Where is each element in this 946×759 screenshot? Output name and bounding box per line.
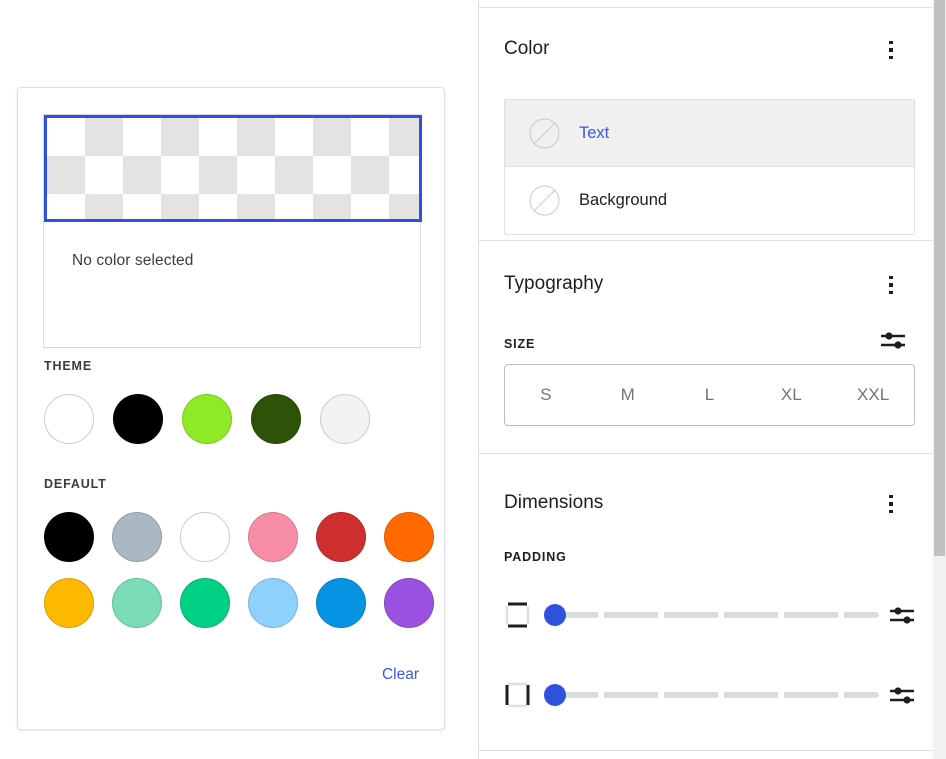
color-option-background[interactable]: Background: [505, 167, 914, 234]
size-label: SIZE: [504, 337, 536, 351]
swatch-default-vivid-green-cyan[interactable]: [180, 578, 230, 628]
swatch-default-pale-pink[interactable]: [248, 512, 298, 562]
default-swatch-row-2: [44, 578, 434, 628]
kebab-menu-icon-dimensions[interactable]: [879, 487, 903, 521]
swatch-theme-dark-green[interactable]: [251, 394, 301, 444]
clear-button[interactable]: Clear: [382, 666, 419, 684]
padding-horizontal-slider-track: [544, 692, 879, 698]
swatch-default-luminous-vivid-amber[interactable]: [44, 578, 94, 628]
tune-settings-icon-size[interactable]: [880, 329, 906, 351]
padding-horizontal-slider[interactable]: [544, 684, 879, 706]
swatch-default-vivid-purple[interactable]: [384, 578, 434, 628]
padding-horizontal-slider-row: [504, 675, 915, 715]
tune-settings-icon-padding-vertical[interactable]: [889, 604, 915, 626]
swatch-theme-lime[interactable]: [182, 394, 232, 444]
color-option-text[interactable]: Text: [505, 100, 914, 167]
swatch-default-black[interactable]: [44, 512, 94, 562]
swatch-default-white[interactable]: [180, 512, 230, 562]
font-size-option-group: S M L XL XXL: [504, 364, 915, 426]
font-size-option-xxl[interactable]: XXL: [832, 365, 914, 425]
color-options-list: Text Background: [504, 99, 915, 235]
padding-vertical-slider-track: [544, 612, 879, 618]
color-option-label-background: Background: [579, 191, 668, 209]
padding-vertical-icon: [504, 600, 531, 630]
section-dimensions: Dimensions PADDING: [479, 454, 934, 750]
section-title-typography: Typography: [504, 273, 604, 294]
tune-settings-icon-padding-horizontal[interactable]: [889, 684, 915, 706]
transparent-checkerboard-swatch[interactable]: [44, 115, 422, 222]
color-preview-box: No color selected: [43, 114, 422, 348]
padding-vertical-slider-row: [504, 595, 915, 635]
theme-group-label: THEME: [44, 359, 92, 373]
color-option-label-text: Text: [579, 123, 610, 142]
section-typography: Typography SIZE S M L XL XXL: [479, 241, 934, 453]
padding-horizontal-icon: [504, 680, 531, 710]
sidebar-scrollbar-track[interactable]: [933, 0, 946, 759]
padding-vertical-slider[interactable]: [544, 604, 879, 626]
inspector-sidebar: Color Text Background Typography SIZE S …: [478, 0, 934, 759]
swatch-theme-black[interactable]: [113, 394, 163, 444]
section-title-color: Color: [504, 38, 550, 59]
padding-vertical-slider-thumb[interactable]: [544, 604, 566, 626]
swatch-theme-white[interactable]: [44, 394, 94, 444]
kebab-menu-icon-typography[interactable]: [879, 268, 903, 302]
default-swatch-row-1: [44, 512, 434, 562]
font-size-option-xl[interactable]: XL: [750, 365, 832, 425]
color-picker-popover: No color selected THEME DEFAULT Clear: [17, 87, 445, 730]
no-color-circle-icon: [529, 185, 560, 216]
section-title-dimensions: Dimensions: [504, 492, 604, 513]
section-color: Color Text Background: [479, 8, 934, 240]
padding-label: PADDING: [504, 550, 567, 564]
padding-horizontal-slider-thumb[interactable]: [544, 684, 566, 706]
swatch-default-vivid-red[interactable]: [316, 512, 366, 562]
swatch-default-luminous-vivid-orange[interactable]: [384, 512, 434, 562]
app-screen: No color selected THEME DEFAULT Clear Co…: [0, 0, 946, 759]
default-group-label: DEFAULT: [44, 477, 107, 491]
swatch-default-vivid-cyan-blue[interactable]: [316, 578, 366, 628]
font-size-option-s[interactable]: S: [505, 365, 587, 425]
swatch-default-light-green-cyan[interactable]: [112, 578, 162, 628]
no-color-circle-icon: [529, 118, 560, 149]
theme-swatch-row: [44, 394, 370, 444]
no-color-selected-label: No color selected: [72, 252, 194, 269]
sidebar-scrollbar-thumb[interactable]: [934, 0, 945, 556]
font-size-option-m[interactable]: M: [587, 365, 669, 425]
font-size-option-l[interactable]: L: [669, 365, 751, 425]
kebab-menu-icon-color[interactable]: [879, 33, 903, 67]
swatch-default-cyan-bluish-gray[interactable]: [112, 512, 162, 562]
divider-dimensions-bottom: [479, 750, 934, 751]
swatch-theme-off-white[interactable]: [320, 394, 370, 444]
swatch-default-pale-cyan-blue[interactable]: [248, 578, 298, 628]
